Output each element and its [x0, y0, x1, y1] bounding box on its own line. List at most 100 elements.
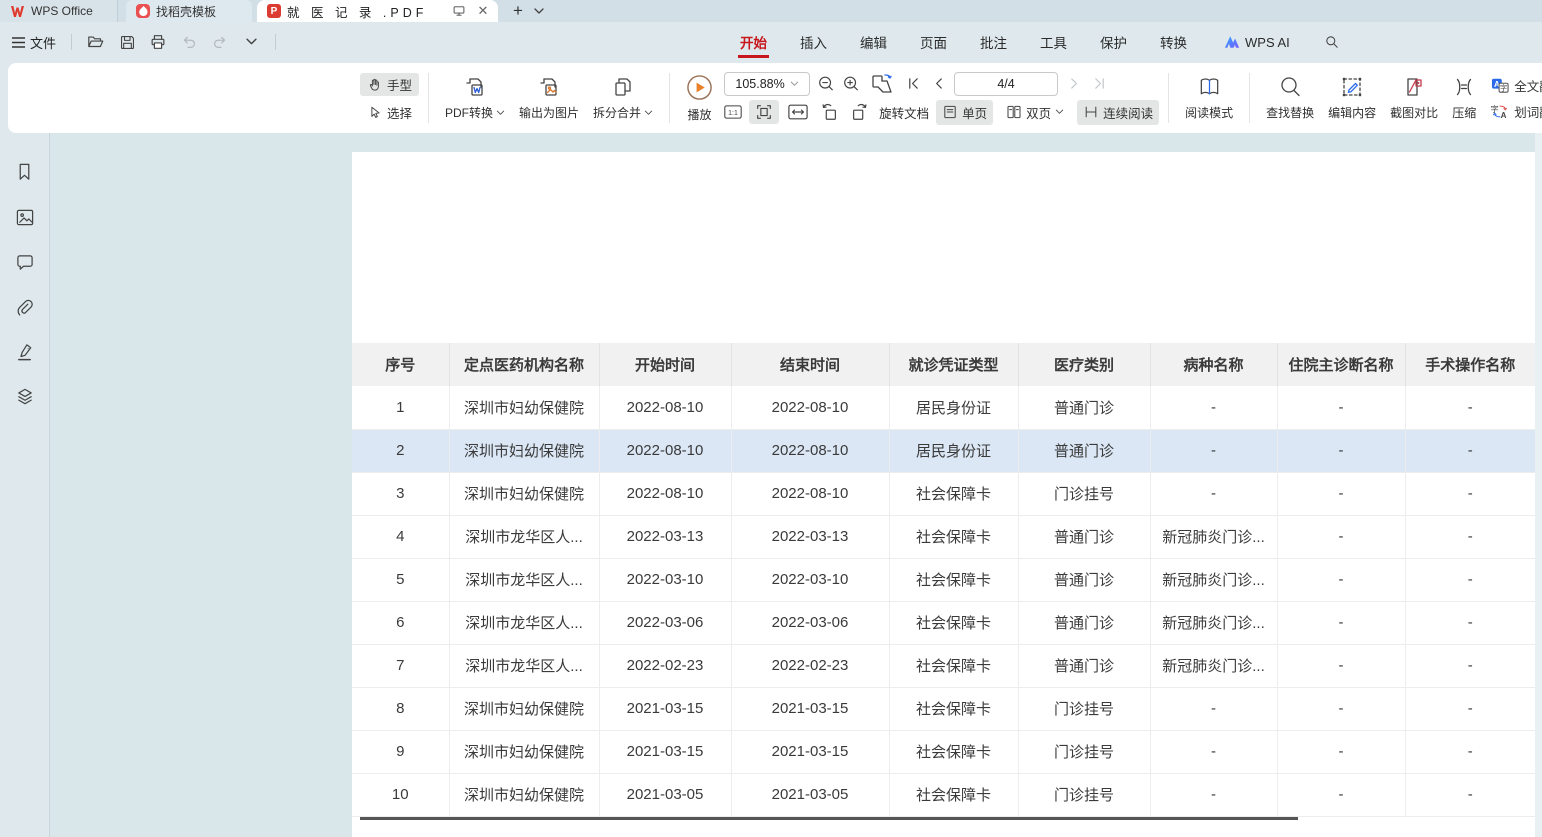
- find-replace-icon: [1278, 75, 1302, 99]
- file-menu[interactable]: 文件: [10, 29, 58, 56]
- screenshot-compare-button[interactable]: 截图对比: [1383, 73, 1445, 123]
- rotate-left-button[interactable]: [817, 102, 841, 122]
- rotate-right-button[interactable]: [848, 102, 872, 122]
- pdf-convert-button[interactable]: PDF转换: [438, 73, 512, 123]
- edit-content-icon: [1340, 75, 1364, 99]
- menu-tab-page[interactable]: 页面: [918, 23, 949, 61]
- thumbnail-icon[interactable]: [12, 204, 38, 230]
- table-cell: 新冠肺炎门诊...: [1150, 558, 1277, 601]
- table-row: 7深圳市龙华区人...2022-02-232022-02-23社会保障卡普通门诊…: [352, 644, 1535, 687]
- save-icon[interactable]: [116, 31, 138, 53]
- table-cell: -: [1277, 644, 1405, 687]
- more-actions-chevron-icon[interactable]: [240, 31, 262, 53]
- play-button[interactable]: 播放: [679, 72, 720, 125]
- ribbon-toolbar: 手型 选择 PDF转换 输出为图片 拆分合并 播放 105.88%: [8, 63, 1542, 133]
- tab-wps-office[interactable]: WPS Office: [0, 0, 118, 22]
- layers-icon[interactable]: [12, 384, 38, 410]
- page-number-input[interactable]: 4/4: [954, 72, 1058, 96]
- table-cell: 2: [352, 429, 449, 472]
- zoom-level-select[interactable]: 105.88%: [724, 72, 810, 96]
- word-translate-button[interactable]: 字A 划词翻译: [1491, 102, 1542, 121]
- table-cell: -: [1277, 773, 1405, 816]
- find-replace-button[interactable]: 查找替换: [1259, 73, 1321, 123]
- comment-icon[interactable]: [12, 249, 38, 275]
- table-cell: 深圳市龙华区人...: [449, 644, 599, 687]
- table-cell: 居民身份证: [889, 429, 1018, 472]
- rotate-pages-button[interactable]: [867, 74, 897, 94]
- menu-tab-annotate[interactable]: 批注: [978, 23, 1009, 61]
- pdf-page[interactable]: 序号定点医药机构名称开始时间结束时间就诊凭证类型医疗类别病种名称住院主诊断名称手…: [352, 152, 1535, 837]
- table-cell: -: [1405, 601, 1535, 644]
- single-page-icon: [942, 104, 958, 120]
- table-cell: -: [1277, 429, 1405, 472]
- actual-size-button[interactable]: 1:1: [724, 102, 742, 122]
- table-cell: 2022-03-13: [599, 515, 731, 558]
- previous-page-button[interactable]: [929, 74, 947, 94]
- undo-icon[interactable]: [178, 31, 200, 53]
- table-cell: 社会保障卡: [889, 687, 1018, 730]
- tab-label: WPS Office: [31, 4, 93, 18]
- table-cell: 门诊挂号: [1018, 730, 1150, 773]
- table-cell: -: [1405, 386, 1535, 429]
- table-cell: 2021-03-05: [731, 773, 889, 816]
- menu-tab-protect[interactable]: 保护: [1098, 23, 1129, 61]
- divider: [669, 73, 670, 123]
- table-cell: 社会保障卡: [889, 644, 1018, 687]
- svg-text:字: 字: [1500, 83, 1507, 92]
- signature-icon[interactable]: [12, 339, 38, 365]
- first-page-button[interactable]: [904, 74, 922, 94]
- double-page-button[interactable]: 双页: [1000, 100, 1070, 125]
- split-merge-button[interactable]: 拆分合并: [586, 73, 660, 123]
- tab-list-chevron-icon[interactable]: [530, 0, 548, 22]
- edit-content-button[interactable]: 编辑内容: [1321, 73, 1383, 123]
- export-as-image-button[interactable]: 输出为图片: [512, 73, 586, 123]
- next-page-button[interactable]: [1065, 74, 1083, 94]
- table-cell: -: [1405, 472, 1535, 515]
- fulltext-translate-label: 全文翻译: [1514, 76, 1542, 95]
- rotate-document-label[interactable]: 旋转文档: [879, 103, 929, 122]
- zoom-in-button[interactable]: [842, 74, 860, 94]
- screen-cast-icon[interactable]: [448, 0, 470, 22]
- tab-docer-templates[interactable]: 找稻壳模板: [126, 0, 252, 22]
- menu-tab-home[interactable]: 开始: [738, 23, 769, 61]
- zoom-out-button[interactable]: [817, 74, 835, 94]
- continuous-read-button[interactable]: 连续阅读: [1077, 100, 1159, 125]
- read-mode-button[interactable]: 阅读模式: [1178, 73, 1240, 123]
- fit-page-button[interactable]: [749, 100, 779, 124]
- redo-icon[interactable]: [209, 31, 231, 53]
- table-cell: -: [1150, 773, 1277, 816]
- table-cell: 3: [352, 472, 449, 515]
- fulltext-translate-button[interactable]: A字 全文翻译: [1491, 76, 1542, 95]
- menu-tab-insert[interactable]: 插入: [798, 23, 829, 61]
- read-mode-label: 阅读模式: [1185, 104, 1233, 121]
- table-cell: -: [1150, 472, 1277, 515]
- open-file-icon[interactable]: [85, 31, 107, 53]
- last-page-button[interactable]: [1090, 74, 1108, 94]
- table-cell: 1: [352, 386, 449, 429]
- hand-tool-button[interactable]: 手型: [360, 73, 419, 96]
- new-tab-button[interactable]: +: [506, 0, 530, 22]
- table-cell: -: [1277, 730, 1405, 773]
- table-cell: 2021-03-15: [599, 730, 731, 773]
- fit-width-button[interactable]: [786, 102, 810, 122]
- vertical-scrollbar[interactable]: [1535, 133, 1542, 837]
- select-tool-button[interactable]: 选择: [360, 101, 419, 124]
- menu-tab-edit[interactable]: 编辑: [858, 23, 889, 61]
- attachment-icon[interactable]: [12, 294, 38, 320]
- search-icon[interactable]: [1321, 31, 1343, 53]
- compress-button[interactable]: 压缩: [1445, 73, 1483, 123]
- close-tab-icon[interactable]: ✕: [472, 0, 494, 22]
- wps-ai-logo-icon: [1224, 35, 1240, 49]
- wps-ai-button[interactable]: WPS AI: [1224, 35, 1290, 50]
- book-open-icon: [1197, 75, 1222, 99]
- table-row: 10深圳市妇幼保健院2021-03-052021-03-05社会保障卡门诊挂号-…: [352, 773, 1535, 816]
- table-cell: -: [1405, 558, 1535, 601]
- print-icon[interactable]: [147, 31, 169, 53]
- table-cell: 普通门诊: [1018, 386, 1150, 429]
- column-header: 结束时间: [731, 343, 889, 386]
- single-page-button[interactable]: 单页: [936, 100, 993, 125]
- bookmark-icon[interactable]: [12, 159, 38, 185]
- menu-tab-convert[interactable]: 转换: [1158, 23, 1189, 61]
- menu-tab-tools[interactable]: 工具: [1038, 23, 1069, 61]
- table-cell: 2022-02-23: [599, 644, 731, 687]
